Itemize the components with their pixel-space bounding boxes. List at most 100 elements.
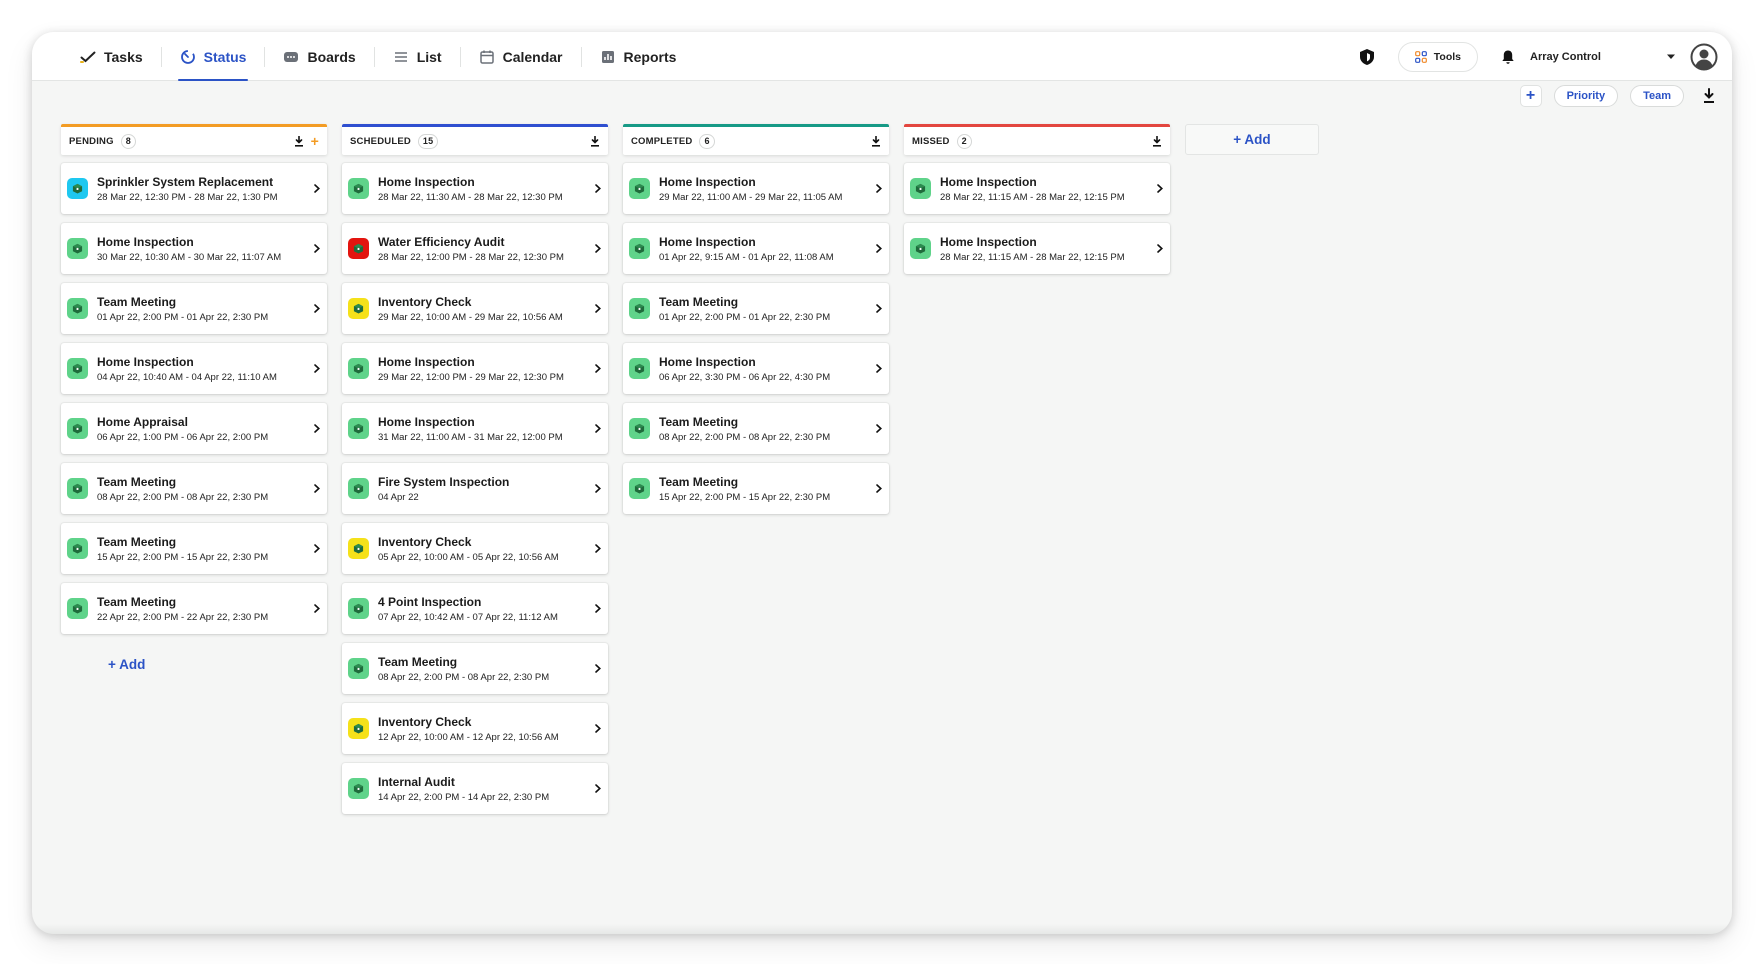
- tab-label: List: [416, 48, 442, 65]
- task-card[interactable]: Home Inspection 28 Mar 22, 11:15 AM - 28 …: [904, 223, 1170, 274]
- task-card[interactable]: Inventory Check 29 Mar 22, 10:00 AM - 29 …: [342, 283, 608, 334]
- filter-bar: + Priority Team: [1519, 84, 1716, 108]
- add-task-plus-button[interactable]: +: [311, 134, 319, 148]
- task-card[interactable]: Sprinkler System Replacement 28 Mar 22, 1…: [61, 163, 327, 214]
- task-card[interactable]: Home Inspection 29 Mar 22, 11:00 AM - 29 …: [623, 163, 889, 214]
- task-date: 04 Apr 22, 10:40 AM - 04 Apr 22, 11:10 A…: [97, 371, 277, 383]
- chevron-right-icon: [876, 424, 882, 433]
- task-date: 28 Mar 22, 11:30 AM - 28 Mar 22, 12:30 P…: [378, 191, 563, 203]
- download-icon[interactable]: [590, 135, 600, 147]
- task-date: 14 Apr 22, 2:00 PM - 14 Apr 22, 2:30 PM: [378, 791, 550, 803]
- task-date: 22 Apr 22, 2:00 PM - 22 Apr 22, 2:30 PM: [97, 611, 269, 623]
- avatar[interactable]: [1690, 43, 1718, 71]
- chevron-right-icon: [314, 604, 320, 613]
- task-info: Home Inspection 28 Mar 22, 11:15 AM - 28 …: [940, 175, 1125, 203]
- task-card[interactable]: Team Meeting 08 Apr 22, 2:00 PM - 08 Apr …: [61, 463, 327, 514]
- add-filter-button[interactable]: +: [1519, 85, 1542, 107]
- task-type-icon: [348, 178, 369, 199]
- task-title: Team Meeting: [97, 594, 177, 609]
- tab-tasks[interactable]: Tasks: [62, 32, 161, 81]
- chevron-right-icon: [595, 484, 601, 493]
- reports-icon: [600, 49, 616, 65]
- column-header: SCHEDULED 15: [342, 124, 608, 155]
- shield-icon[interactable]: [1358, 48, 1376, 66]
- task-date: 05 Apr 22, 10:00 AM - 05 Apr 22, 10:56 A…: [378, 551, 559, 563]
- column-actions: [1152, 135, 1162, 147]
- task-card[interactable]: Team Meeting 15 Apr 22, 2:00 PM - 15 Apr …: [623, 463, 889, 514]
- task-type-icon: [67, 478, 88, 499]
- task-card[interactable]: Inventory Check 05 Apr 22, 10:00 AM - 05 …: [342, 523, 608, 574]
- task-title: 4 Point Inspection: [378, 594, 482, 609]
- chevron-down-icon: [1667, 54, 1675, 59]
- task-card[interactable]: Team Meeting 08 Apr 22, 2:00 PM - 08 Apr …: [342, 643, 608, 694]
- tab-reports[interactable]: Reports: [582, 32, 695, 81]
- task-date: 07 Apr 22, 10:42 AM - 07 Apr 22, 11:12 A…: [378, 611, 558, 623]
- tools-button[interactable]: Tools: [1397, 41, 1478, 72]
- tab-calendar[interactable]: Calendar: [461, 32, 581, 81]
- tools-label: Tools: [1433, 50, 1461, 63]
- task-type-icon: [629, 178, 650, 199]
- task-info: Sprinkler System Replacement 28 Mar 22, 1…: [97, 175, 278, 203]
- chevron-right-icon: [1157, 244, 1163, 253]
- tab-status[interactable]: Status: [162, 32, 265, 81]
- task-date: 12 Apr 22, 10:00 AM - 12 Apr 22, 10:56 A…: [378, 731, 559, 743]
- scroll-shade: [32, 924, 1732, 934]
- task-info: Team Meeting 08 Apr 22, 2:00 PM - 08 Apr …: [378, 655, 549, 683]
- download-icon[interactable]: [1152, 135, 1162, 147]
- header-actions: Tools Array Control: [1358, 32, 1718, 81]
- column-title: SCHEDULED: [350, 135, 411, 147]
- task-card[interactable]: Home Inspection 04 Apr 22, 10:40 AM - 04 …: [61, 343, 327, 394]
- task-card[interactable]: Home Appraisal 06 Apr 22, 1:00 PM - 06 Ap…: [61, 403, 327, 454]
- download-icon[interactable]: [871, 135, 881, 147]
- task-card[interactable]: Team Meeting 22 Apr 22, 2:00 PM - 22 Apr …: [61, 583, 327, 634]
- task-info: Home Inspection 04 Apr 22, 10:40 AM - 04 …: [97, 355, 277, 383]
- task-info: Inventory Check 12 Apr 22, 10:00 AM - 12 …: [378, 715, 559, 743]
- account-selector[interactable]: Array Control: [1530, 51, 1690, 63]
- chevron-right-icon: [314, 484, 320, 493]
- task-card[interactable]: Team Meeting 01 Apr 22, 2:00 PM - 01 Apr …: [623, 283, 889, 334]
- task-title: Team Meeting: [659, 414, 739, 429]
- task-card[interactable]: Water Efficiency Audit 28 Mar 22, 12:00 P…: [342, 223, 608, 274]
- task-card[interactable]: Home Inspection 01 Apr 22, 9:15 AM - 01 A…: [623, 223, 889, 274]
- task-card[interactable]: Home Inspection 30 Mar 22, 10:30 AM - 30 …: [61, 223, 327, 274]
- column-actions: [590, 135, 600, 147]
- task-card[interactable]: Internal Audit 14 Apr 22, 2:00 PM - 14 Ap…: [342, 763, 608, 814]
- tab-label: Calendar: [502, 48, 563, 65]
- task-card[interactable]: Home Inspection 29 Mar 22, 12:00 PM - 29 …: [342, 343, 608, 394]
- task-type-icon: [629, 358, 650, 379]
- task-card[interactable]: 4 Point Inspection 07 Apr 22, 10:42 AM - …: [342, 583, 608, 634]
- add-task-link[interactable]: + Add: [108, 657, 145, 672]
- task-type-icon: [67, 298, 88, 319]
- task-card[interactable]: Home Inspection 28 Mar 22, 11:30 AM - 28 …: [342, 163, 608, 214]
- task-card[interactable]: Team Meeting 01 Apr 22, 2:00 PM - 01 Apr …: [61, 283, 327, 334]
- chevron-right-icon: [595, 664, 601, 673]
- task-title: Team Meeting: [97, 474, 177, 489]
- task-date: 01 Apr 22, 9:15 AM - 01 Apr 22, 11:08 AM: [659, 251, 834, 263]
- task-date: 04 Apr 22: [378, 491, 419, 503]
- task-card[interactable]: Fire System Inspection 04 Apr 22: [342, 463, 608, 514]
- task-card[interactable]: Home Inspection 28 Mar 22, 11:15 AM - 28 …: [904, 163, 1170, 214]
- priority-filter[interactable]: Priority: [1553, 85, 1619, 107]
- task-title: Inventory Check: [378, 294, 472, 309]
- column-scheduled: SCHEDULED 15 Home Inspection 28 Mar 22, 11:…: [342, 124, 608, 814]
- task-date: 08 Apr 22, 2:00 PM - 08 Apr 22, 2:30 PM: [97, 491, 269, 503]
- task-title: Fire System Inspection: [378, 474, 510, 489]
- add-column-button[interactable]: + Add: [1185, 124, 1319, 155]
- tab-list[interactable]: List: [375, 32, 460, 81]
- download-icon[interactable]: [1702, 88, 1716, 104]
- task-card[interactable]: Home Inspection 31 Mar 22, 11:00 AM - 31 …: [342, 403, 608, 454]
- download-icon[interactable]: [294, 135, 304, 147]
- task-info: Inventory Check 05 Apr 22, 10:00 AM - 05 …: [378, 535, 559, 563]
- task-type-icon: [629, 238, 650, 259]
- task-type-icon: [910, 238, 931, 259]
- task-date: 06 Apr 22, 1:00 PM - 06 Apr 22, 2:00 PM: [97, 431, 269, 443]
- task-card[interactable]: Team Meeting 15 Apr 22, 2:00 PM - 15 Apr …: [61, 523, 327, 574]
- task-card[interactable]: Home Inspection 06 Apr 22, 3:30 PM - 06 A…: [623, 343, 889, 394]
- chevron-right-icon: [595, 364, 601, 373]
- team-filter[interactable]: Team: [1630, 85, 1684, 107]
- task-title: Home Inspection: [97, 234, 194, 249]
- tab-boards[interactable]: Boards: [265, 32, 373, 81]
- task-card[interactable]: Team Meeting 08 Apr 22, 2:00 PM - 08 Apr …: [623, 403, 889, 454]
- bell-icon[interactable]: [1500, 49, 1516, 65]
- task-card[interactable]: Inventory Check 12 Apr 22, 10:00 AM - 12 …: [342, 703, 608, 754]
